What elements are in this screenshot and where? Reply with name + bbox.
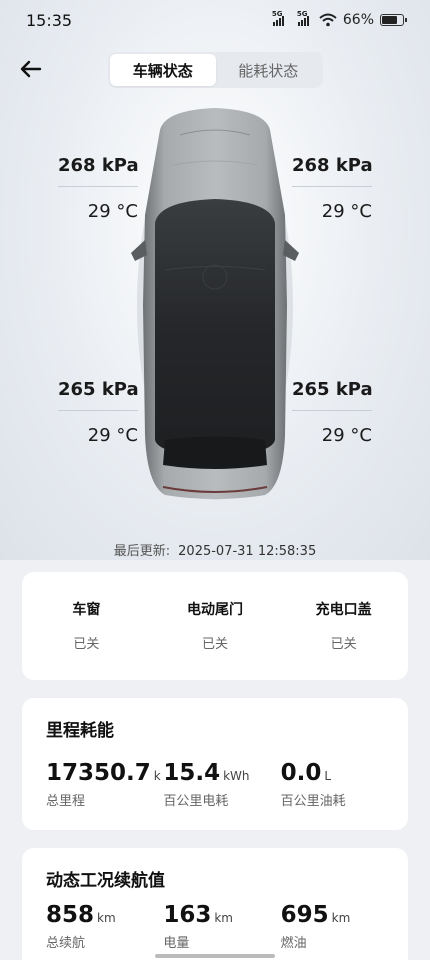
status-name: 电动尾门	[187, 602, 243, 618]
status-value: 已关	[73, 637, 100, 652]
status-value: 已关	[202, 637, 229, 652]
metric-label: 燃油	[280, 936, 307, 951]
battery-percent: 66%	[342, 12, 374, 28]
metric-unit: km	[214, 911, 233, 925]
tire-temperature: 29 °C	[87, 201, 138, 222]
metric-fuel-range: 695 km 燃油	[281, 902, 398, 951]
metric-unit: km	[97, 911, 116, 925]
metric-label: 百公里电耗	[163, 794, 229, 809]
metric-value: 15.4	[163, 760, 221, 786]
tire-temperature: 29 °C	[321, 425, 372, 446]
tab-vehicle-status[interactable]: 车辆状态	[110, 54, 216, 86]
tire-pressure: 265 kPa	[58, 379, 139, 400]
status-tailgate[interactable]: 电动尾门 已关	[151, 572, 280, 680]
metric-value: 858	[46, 902, 95, 928]
metrics-row: 858 km 总续航 163 km 电量 695 km 燃油	[46, 902, 398, 951]
metric-total-mileage: 17350.7 k 总里程	[46, 760, 163, 809]
status-charge-port[interactable]: 充电口盖 已关	[279, 572, 408, 680]
card-title: 动态工况续航值	[46, 871, 165, 891]
home-indicator[interactable]	[155, 954, 275, 958]
tire-pressure: 265 kPa	[292, 379, 373, 400]
metrics-row: 17350.7 k 总里程 15.4 kWh 百公里电耗 0.0 L 百公里油耗	[46, 760, 398, 809]
metric-label: 总续航	[46, 936, 86, 951]
metric-label: 电量	[163, 936, 190, 951]
back-arrow-icon	[20, 60, 42, 78]
card-title: 里程耗能	[46, 721, 114, 741]
metric-label: 百公里油耗	[280, 794, 346, 809]
metric-value: 695	[280, 902, 329, 928]
tire-pressure: 268 kPa	[58, 155, 139, 176]
divider	[58, 186, 138, 187]
status-name: 充电口盖	[315, 602, 372, 618]
metric-electric-range: 163 km 电量	[163, 902, 280, 951]
signal-icon: 5G	[272, 10, 284, 26]
status-windows[interactable]: 车窗 已关	[22, 572, 151, 680]
metric-value: 17350.7	[46, 760, 151, 786]
status-time: 15:35	[26, 10, 73, 30]
metric-value: 163	[163, 902, 212, 928]
metric-electric-consumption: 15.4 kWh 百公里电耗	[163, 760, 280, 809]
divider	[58, 410, 138, 411]
vehicle-status-card: 车窗 已关 电动尾门 已关 充电口盖 已关	[22, 572, 408, 680]
metric-total-range: 858 km 总续航	[46, 902, 163, 951]
tab-energy-status[interactable]: 能耗状态	[216, 54, 322, 86]
status-bar: 15:35 5G 5G 66%	[0, 0, 430, 40]
tire-pressure: 268 kPa	[292, 155, 373, 176]
divider	[292, 186, 372, 187]
metric-fuel-consumption: 0.0 L 百公里油耗	[281, 760, 398, 809]
tire-temperature: 29 °C	[321, 201, 372, 222]
status-value: 已关	[330, 637, 357, 652]
last-updated-value: 2025-07-31 12:58:35	[178, 544, 317, 559]
wifi-icon	[319, 13, 337, 27]
status-name: 车窗	[72, 602, 101, 618]
top-nav: 车辆状态 能耗状态	[0, 50, 430, 90]
last-updated: 最后更新: 2025-07-31 12:58:35	[0, 540, 430, 559]
divider	[292, 410, 372, 411]
metric-unit: kWh	[223, 769, 250, 783]
tire-front-right: 268 kPa 29 °C	[292, 155, 373, 222]
dynamic-range-card: 动态工况续航值 858 km 总续航 163 km 电量 695 km 燃油	[22, 848, 408, 960]
mileage-energy-card: 里程耗能 17350.7 k 总里程 15.4 kWh 百公里电耗 0.0 L 百公里…	[22, 698, 408, 830]
metric-label: 总里程	[46, 794, 86, 809]
last-updated-label: 最后更新:	[113, 544, 171, 559]
tire-temperature: 29 °C	[87, 425, 138, 446]
metric-value: 0.0	[280, 760, 322, 786]
tab-bar: 车辆状态 能耗状态	[108, 52, 323, 88]
battery-icon	[380, 14, 407, 26]
car-top-view-image	[131, 108, 299, 500]
back-button[interactable]	[18, 56, 44, 82]
metric-unit: k	[153, 769, 161, 783]
tire-rear-left: 265 kPa 29 °C	[58, 379, 139, 446]
metric-unit: km	[331, 911, 351, 925]
tire-front-left: 268 kPa 29 °C	[58, 155, 139, 222]
status-icons: 5G 5G 66%	[272, 10, 407, 28]
tire-rear-right: 265 kPa 29 °C	[292, 379, 373, 446]
metric-unit: L	[324, 769, 332, 783]
signal-icon-2: 5G	[297, 10, 309, 26]
